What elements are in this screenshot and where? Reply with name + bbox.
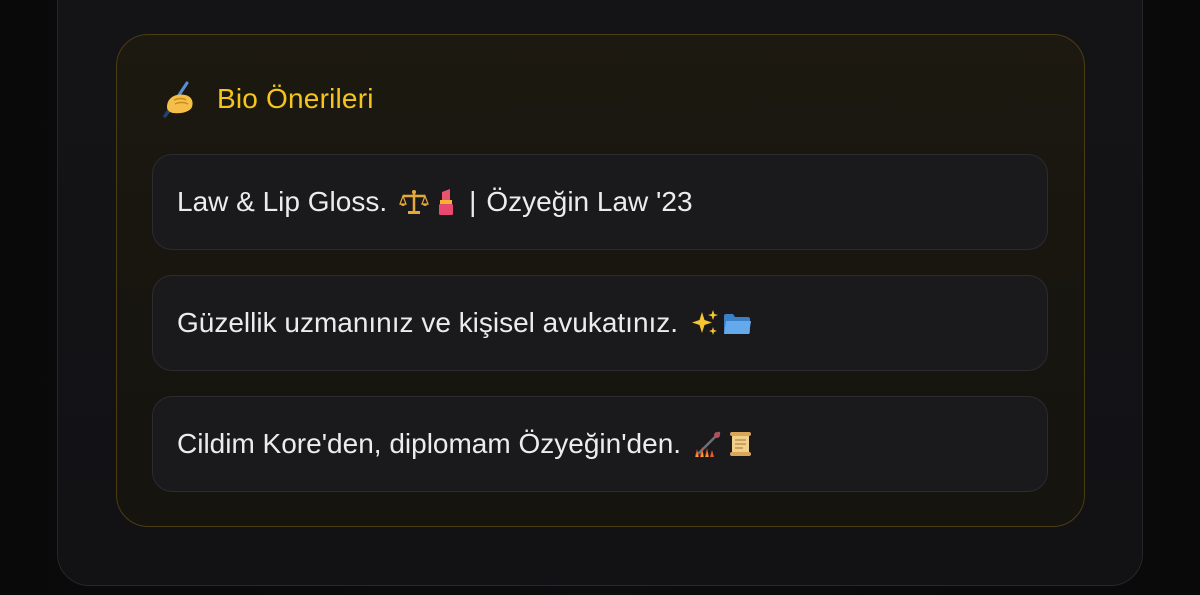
separator: |	[469, 186, 477, 217]
mascara-icon	[693, 429, 723, 459]
page: Bio Önerileri Law & Lip Gloss. | Özyeğin…	[0, 0, 1200, 595]
bio-suggestions-panel: Bio Önerileri Law & Lip Gloss. | Özyeğin…	[116, 34, 1085, 527]
sparkles-icon	[690, 308, 720, 338]
bio-suggestion-2[interactable]: Güzellik uzmanınız ve kişisel avukatınız…	[152, 275, 1048, 371]
suggestion-text: Cildim Kore'den, diplomam Özyeğin'den.	[177, 428, 682, 459]
panel-header: Bio Önerileri	[157, 79, 374, 119]
bio-suggestion-3[interactable]: Cildim Kore'den, diplomam Özyeğin'den.	[152, 396, 1048, 492]
suggestion-text: Law & Lip Gloss.	[177, 186, 388, 217]
scroll-icon	[725, 429, 755, 459]
lipstick-icon	[431, 187, 461, 217]
bio-suggestion-1[interactable]: Law & Lip Gloss. | Özyeğin Law '23	[152, 154, 1048, 250]
suggestion-suffix: Özyeğin Law '23	[486, 186, 693, 217]
folder-icon	[722, 308, 752, 338]
suggestion-text: Güzellik uzmanınız ve kişisel avukatınız…	[177, 307, 679, 338]
writing-hand-icon	[163, 81, 193, 118]
panel-title: Bio Önerileri	[217, 83, 374, 114]
balance-scale-icon	[399, 187, 429, 217]
